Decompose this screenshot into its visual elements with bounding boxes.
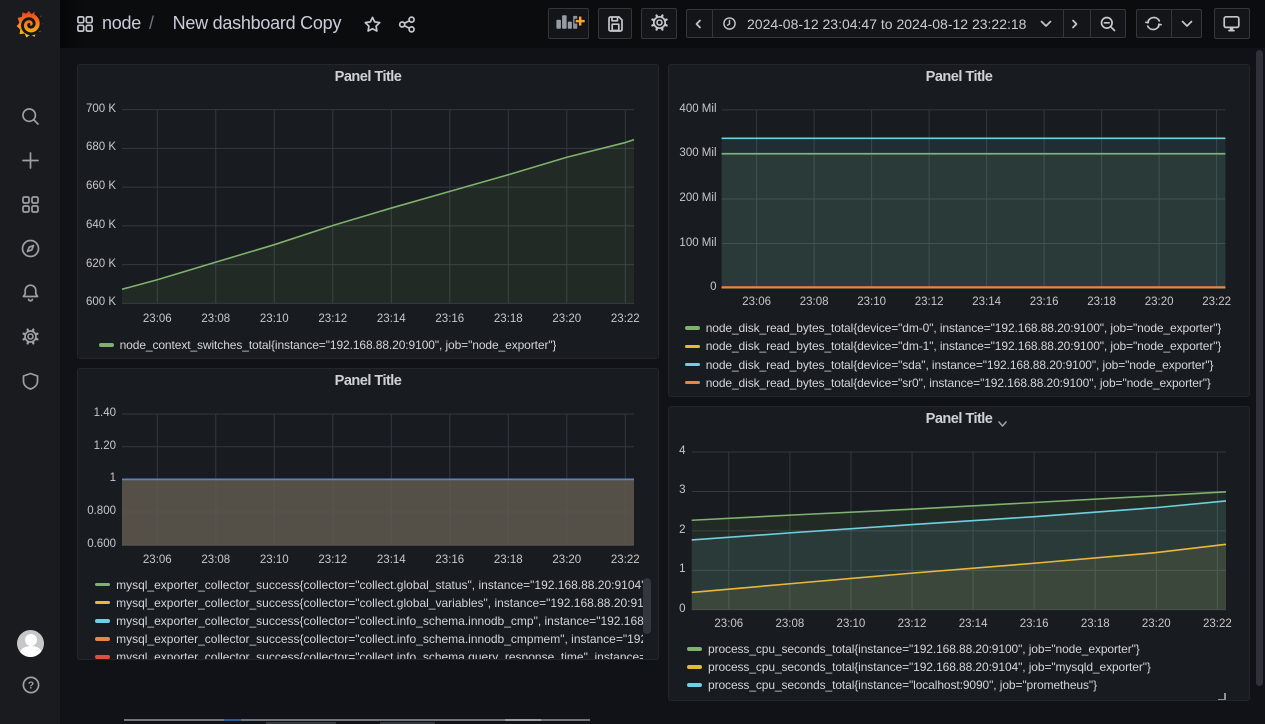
svg-text:?: ? [28,680,34,692]
